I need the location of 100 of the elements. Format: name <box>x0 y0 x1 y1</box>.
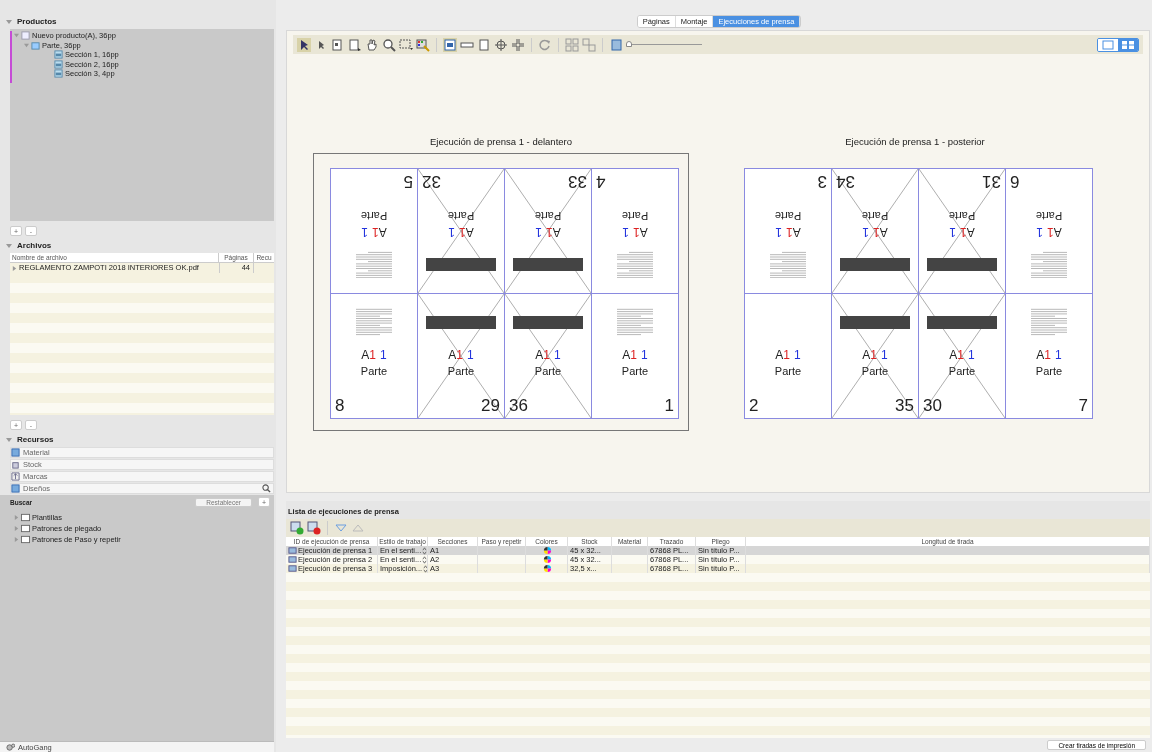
single-view-button[interactable] <box>1098 38 1118 51</box>
signature-label: A 1 1 <box>622 225 648 239</box>
signature-label: A1 1 <box>535 348 561 362</box>
text-thumbnail <box>1029 307 1069 337</box>
color-wheel-icon <box>543 564 552 573</box>
page-number: 31 <box>982 171 1001 191</box>
dark-bar <box>840 315 910 329</box>
resource-icon <box>11 484 20 493</box>
page-thumbnail[interactable]: A 1 1 Parte 6 <box>1005 168 1093 294</box>
page-thumbnail[interactable]: A 1 1 Parte 34 <box>831 168 919 294</box>
sheet-title: Ejecución de prensa 1 - delantero <box>429 136 573 147</box>
page-thumbnail[interactable]: A1 1 Parte 1 <box>591 293 679 419</box>
dark-bar <box>927 258 997 272</box>
disclosure-icon[interactable] <box>14 33 19 39</box>
page-thumbnail[interactable]: A1 1 Parte 30 <box>918 293 1006 419</box>
part-label: Parte <box>774 365 802 377</box>
dark-bar <box>927 315 997 329</box>
text-thumbnail <box>354 307 394 337</box>
hand-icon[interactable] <box>365 37 379 52</box>
press-sheet[interactable]: A 1 1 Parte 3 A 1 1 Parte 34 A 1 1 Parte 31 A 1 1 Parte 6 A1 1 Parte 2 A1 1 Parte 35 A1 1 Parte 30 A1 1 Parte 7 <box>727 153 1103 431</box>
text-thumbnail <box>354 250 394 280</box>
text-thumbnail <box>615 250 655 280</box>
part-label: Parte <box>774 210 802 222</box>
part-label: Parte <box>534 210 562 222</box>
page-number-icon[interactable] <box>609 37 623 52</box>
resource-icon <box>11 472 20 481</box>
part-label: Parte <box>447 210 475 222</box>
gears-icon <box>6 742 15 752</box>
signature-label: A1 1 <box>1036 348 1062 362</box>
signature-label: A 1 1 <box>535 225 561 239</box>
part-label: Parte <box>1035 210 1063 222</box>
page-number: 7 <box>1078 396 1088 416</box>
rotate-icon[interactable] <box>538 37 552 52</box>
dark-bar <box>840 258 910 272</box>
collapse-icon[interactable] <box>6 243 12 248</box>
dark-bar <box>426 258 496 272</box>
part-label: Parte <box>861 210 889 222</box>
grid-icon[interactable] <box>565 37 579 52</box>
disclosure-icon[interactable] <box>14 537 19 542</box>
signature-label: A1 1 <box>448 348 474 362</box>
search-icon[interactable] <box>382 37 396 52</box>
section-title: Archivos <box>17 241 52 250</box>
zoom-slider[interactable] <box>626 40 702 49</box>
page-thumbnail[interactable]: A 1 1 Parte 3 <box>744 168 832 294</box>
part-label: Parte <box>360 210 388 222</box>
swap-icon[interactable] <box>582 37 596 52</box>
page-number: 29 <box>481 396 500 416</box>
stepper-icon[interactable] <box>423 564 427 573</box>
page-thumbnail[interactable]: A 1 1 Parte 4 <box>591 168 679 294</box>
add-run-icon[interactable] <box>290 521 304 535</box>
page-thumbnail[interactable]: A1 1 Parte 8 <box>330 293 418 419</box>
part-label: Parte <box>621 210 649 222</box>
page-icon[interactable] <box>331 37 345 52</box>
page-number: 35 <box>895 396 914 416</box>
delete-run-icon[interactable] <box>307 521 321 535</box>
collapse-icon[interactable] <box>6 437 12 442</box>
color-wheel-icon <box>543 546 552 555</box>
page-number: 6 <box>1010 171 1020 191</box>
search-icon[interactable] <box>262 484 271 493</box>
page-thumbnail[interactable]: A 1 1 Parte 32 <box>417 168 505 294</box>
stepper-icon[interactable] <box>422 546 427 555</box>
section-title: Productos <box>17 17 57 26</box>
disclosure-icon[interactable] <box>24 42 29 48</box>
signature-label: A 1 1 <box>448 225 474 239</box>
page-number: 1 <box>664 396 674 416</box>
page-number: 5 <box>403 171 413 191</box>
page-number: 4 <box>596 171 606 191</box>
disclosure-icon[interactable] <box>14 526 19 531</box>
crosshair-icon[interactable] <box>494 37 508 52</box>
page-thumbnail[interactable]: A1 1 Parte 2 <box>744 293 832 419</box>
page-thumbnail[interactable]: A1 1 Parte 35 <box>831 293 919 419</box>
part-label: Parte <box>1035 365 1063 377</box>
slider-thumb[interactable] <box>626 40 632 47</box>
dark-bar <box>513 315 583 329</box>
page-thumbnail[interactable]: A1 1 Parte 36 <box>504 293 592 419</box>
page-number: 8 <box>335 396 345 416</box>
page-thumbnail[interactable]: A 1 1 Parte 31 <box>918 168 1006 294</box>
page-thumbnail[interactable]: A1 1 Parte 29 <box>417 293 505 419</box>
signature-label: A1 1 <box>775 348 801 362</box>
part-label: Parte <box>948 210 976 222</box>
dark-bar <box>513 258 583 272</box>
page-icon[interactable] <box>348 37 362 52</box>
part-label: Parte <box>447 365 475 377</box>
page-thumbnail[interactable]: A 1 1 Parte 5 <box>330 168 418 294</box>
page-thumbnail[interactable]: A1 1 Parte 7 <box>1005 293 1093 419</box>
disclosure-icon[interactable] <box>14 515 19 520</box>
page-number: 3 <box>817 171 827 191</box>
signature-label: A 1 1 <box>1036 225 1062 239</box>
color-bars-icon[interactable] <box>416 37 430 52</box>
marquee-icon[interactable] <box>399 37 413 52</box>
grid-view-button[interactable] <box>1118 38 1138 51</box>
page-thumbnail[interactable]: A 1 1 Parte 33 <box>504 168 592 294</box>
collapse-icon[interactable] <box>6 19 12 24</box>
press-sheet[interactable]: A 1 1 Parte 5 A 1 1 Parte 32 A 1 1 Parte 33 A 1 1 Parte 4 A1 1 Parte 8 A1 1 Parte 29 A1 1 Parte 36 A1 1 Parte 1 <box>313 153 689 431</box>
pointer-icon[interactable] <box>297 37 311 52</box>
stepper-icon[interactable] <box>422 555 427 564</box>
frame-icon[interactable] <box>443 37 457 52</box>
page-number: 30 <box>923 396 942 416</box>
signature-label: A 1 1 <box>775 225 801 239</box>
disclosure-icon[interactable] <box>12 265 17 271</box>
